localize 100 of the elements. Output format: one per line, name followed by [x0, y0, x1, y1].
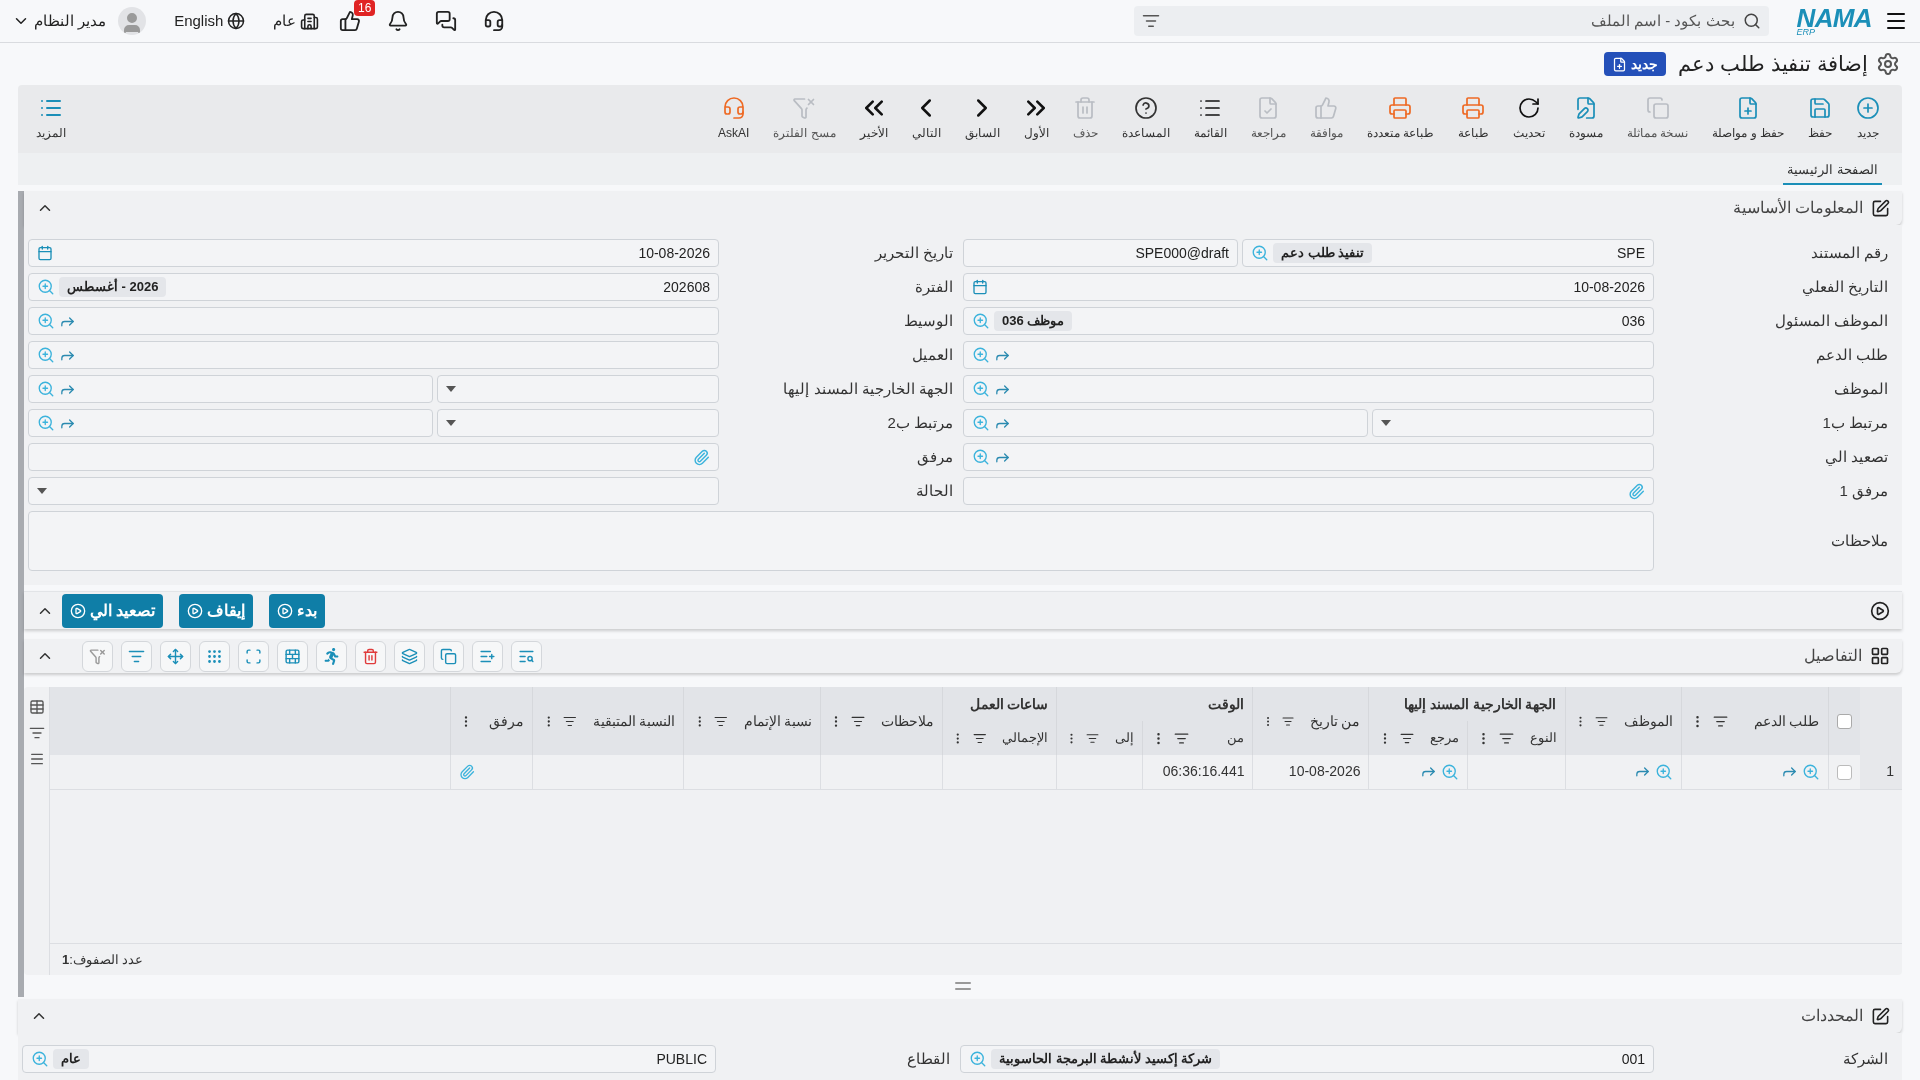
dropdown-field[interactable]	[437, 409, 719, 437]
paperclip-icon[interactable]	[693, 448, 710, 466]
toolbar-button[interactable]: مسودة	[1557, 85, 1615, 153]
field-label: الشركة	[1842, 1048, 1889, 1070]
toolbar-button[interactable]: AskAI	[705, 85, 762, 153]
caret-icon	[37, 488, 47, 494]
grid-tool-button[interactable]	[238, 640, 269, 672]
search-plus-icon[interactable]	[37, 346, 55, 364]
search-plus-icon[interactable]	[969, 1050, 987, 1068]
grid-tool-button[interactable]	[316, 640, 347, 672]
bell-icon[interactable]	[387, 10, 410, 32]
row-checkbox[interactable]	[1836, 765, 1852, 781]
action-button[interactable]: تصعيد الي	[62, 593, 164, 628]
lookup-field[interactable]	[963, 409, 1368, 437]
field-label: الموظف	[1833, 378, 1889, 400]
search-plus-icon[interactable]	[972, 414, 990, 432]
toolbar-button[interactable]: الأول	[1011, 85, 1061, 153]
grid-tool-button[interactable]	[277, 640, 308, 672]
toolbar-button[interactable]: التالي	[899, 85, 953, 153]
field-label: مرفق	[916, 446, 954, 468]
toolbar-button[interactable]: طباعة متعددة	[1354, 85, 1446, 153]
column-label: النسبة المتبقية	[592, 711, 676, 731]
filter-icon[interactable]	[1712, 713, 1728, 729]
toolbar-button[interactable]: القائمة	[1181, 85, 1239, 153]
menu-icon[interactable]	[28, 751, 45, 767]
search-plus-icon[interactable]	[37, 278, 55, 296]
grid-tool-button[interactable]	[511, 640, 542, 672]
lookup-field[interactable]	[28, 409, 433, 437]
chat-icon[interactable]	[435, 10, 458, 32]
user-menu[interactable]: مدير النظام	[12, 9, 107, 33]
search-field[interactable]: بحث بكود - اسم الملف	[1133, 6, 1769, 36]
search-plus-icon[interactable]	[972, 346, 990, 364]
search-input[interactable]: بحث بكود - اسم الملف	[1167, 9, 1735, 33]
lookup-field[interactable]	[963, 443, 1654, 471]
notes-field[interactable]	[28, 511, 1654, 571]
filter-icon[interactable]	[1174, 730, 1190, 746]
dropdown-field[interactable]	[28, 477, 719, 505]
search-plus-icon[interactable]	[972, 448, 990, 466]
toolbar-button[interactable]: السابق	[952, 85, 1012, 153]
calendar-icon[interactable]	[972, 279, 988, 295]
date-field[interactable]: 10-08-2026	[963, 273, 1654, 301]
search-plus-icon[interactable]	[37, 414, 55, 432]
search-plus-icon[interactable]	[37, 312, 55, 330]
search-plus-icon[interactable]	[1251, 244, 1269, 262]
calendar-icon[interactable]	[37, 245, 53, 261]
field-label: الفترة	[914, 276, 954, 298]
thumbs-up-icon[interactable]	[339, 10, 362, 32]
search-plus-icon[interactable]	[1654, 762, 1673, 781]
lookup-description: تنفيذ طلب دعم	[1273, 243, 1373, 263]
search-plus-icon[interactable]	[972, 312, 990, 330]
dropdown-field[interactable]	[1372, 409, 1654, 437]
select-all-checkbox[interactable]	[1836, 714, 1852, 730]
field-label: طلب الدعم	[1814, 344, 1889, 366]
grid-tool-button[interactable]	[472, 640, 503, 672]
lookup-field[interactable]	[28, 307, 719, 335]
tab[interactable]: الصفحة الرئيسية	[1783, 159, 1882, 185]
attachment-field[interactable]	[28, 443, 719, 471]
more-button[interactable]: المزيد	[28, 96, 74, 142]
paperclip-icon[interactable]	[459, 763, 476, 780]
grid-tool-button[interactable]	[160, 640, 191, 672]
toolbar-button[interactable]: حفظ	[1796, 85, 1844, 153]
toolbar-button[interactable]: المساعدة	[1109, 85, 1182, 153]
toolbar-button[interactable]: الأخير	[847, 85, 900, 153]
filter-icon[interactable]	[1498, 730, 1514, 746]
paperclip-icon[interactable]	[1628, 482, 1645, 500]
filter-icon[interactable]	[28, 725, 45, 741]
grid-tool-button[interactable]	[394, 640, 425, 672]
toolbar-button[interactable]: طباعة	[1446, 85, 1501, 153]
search-plus-icon[interactable]	[972, 380, 990, 398]
search-plus-icon[interactable]	[37, 380, 55, 398]
dropdown-field[interactable]	[437, 375, 719, 403]
toolbar-button[interactable]: حفظ و مواصلة	[1700, 85, 1796, 153]
language-selector[interactable]: English	[174, 9, 246, 33]
action-button[interactable]: إيقاف	[179, 593, 254, 628]
section-title: المحددات	[1801, 1006, 1863, 1026]
lookup-field[interactable]	[28, 341, 719, 369]
action-button[interactable]: بدء	[269, 593, 326, 628]
grid-tool-button[interactable]	[355, 640, 386, 672]
lookup-field[interactable]	[963, 341, 1654, 369]
lookup-field[interactable]	[963, 375, 1654, 403]
lookup-field[interactable]	[28, 375, 433, 403]
grid-tool-button[interactable]	[121, 640, 152, 672]
search-plus-icon[interactable]	[31, 1050, 49, 1068]
toolbar-button[interactable]: تحديث	[1501, 85, 1557, 153]
branch-selector[interactable]: عام	[273, 9, 320, 33]
text-field[interactable]: SPE000@draft	[963, 239, 1238, 267]
play-icon[interactable]	[1870, 600, 1890, 621]
help-icon	[1133, 96, 1158, 120]
table-icon[interactable]	[28, 699, 45, 715]
search-plus-icon[interactable]	[1801, 762, 1820, 781]
search-plus-icon[interactable]	[1440, 762, 1459, 781]
grid-tool-button[interactable]	[433, 640, 464, 672]
grid-tool-button[interactable]	[199, 640, 230, 672]
toolbar-button[interactable]: جديد	[1844, 85, 1892, 153]
date-field[interactable]: 10-08-2026	[28, 239, 719, 267]
grid-tool-button[interactable]	[82, 640, 113, 672]
ai-headset-icon[interactable]	[483, 10, 506, 32]
column-label: من	[1227, 729, 1245, 748]
attachment-field[interactable]	[963, 477, 1654, 505]
filter-icon[interactable]	[1141, 12, 1160, 30]
